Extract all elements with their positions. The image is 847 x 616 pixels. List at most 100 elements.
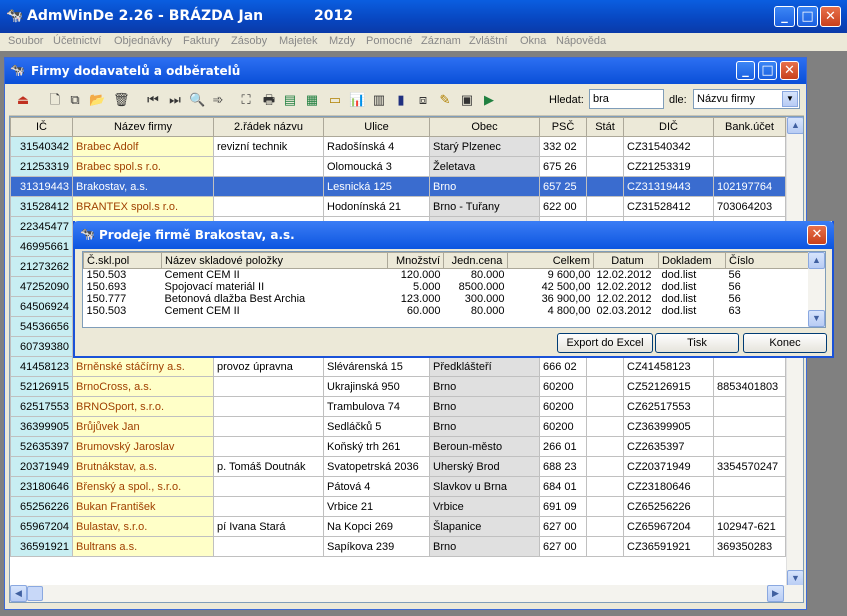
sales-cell[interactable]: 42 500,00 <box>508 281 594 293</box>
cell-obec[interactable]: Předklášteří <box>429 356 540 377</box>
book-icon[interactable]: ▮ <box>393 92 409 108</box>
col-bank-ucet[interactable]: Bank.účet <box>713 117 786 137</box>
cell-2-radek[interactable]: p. Tomáš Doutnák <box>213 456 324 477</box>
col-mnozstvi[interactable]: Množství <box>387 252 444 269</box>
cell-bank-ucet[interactable] <box>713 496 786 517</box>
minimize-button[interactable]: _ <box>774 6 795 27</box>
cell-nazev-firmy[interactable]: Brakostav, a.s. <box>72 176 214 197</box>
col-nazev-polozky[interactable]: Název skladové položky <box>161 252 388 269</box>
konec-button[interactable]: Konec <box>743 333 827 353</box>
cell-2-radek[interactable] <box>213 376 324 397</box>
cell-dic[interactable]: CZ65967204 <box>623 516 714 537</box>
cell-ic[interactable]: 21253319 <box>10 156 73 177</box>
sales-cell[interactable]: 4 800,00 <box>508 305 594 317</box>
cell-psc[interactable]: 627 00 <box>539 536 587 557</box>
cell-stat[interactable] <box>586 136 624 157</box>
cell-psc[interactable]: 60200 <box>539 416 587 437</box>
menu-zaznam[interactable]: Záznam <box>421 35 461 47</box>
menu-ucetnictvi[interactable]: Účetnictví <box>53 35 101 47</box>
open-icon[interactable]: 📂 <box>89 92 105 108</box>
cell-obec[interactable]: Šlapanice <box>429 516 540 537</box>
col-obec[interactable]: Obec <box>429 117 540 137</box>
sales-cell[interactable]: 56 <box>726 281 812 293</box>
cell-psc[interactable]: 627 00 <box>539 516 587 537</box>
card-icon[interactable]: ▭ <box>327 92 343 108</box>
cell-ic[interactable]: 65967204 <box>10 516 73 537</box>
cell-ulice[interactable]: Pátová 4 <box>323 476 430 497</box>
cell-2-radek[interactable] <box>213 436 324 457</box>
search-icon[interactable]: 🔍 <box>189 92 205 108</box>
sales-scroll-down-icon[interactable]: ▼ <box>808 310 825 327</box>
cell-bank-ucet[interactable] <box>713 356 786 377</box>
cell-ulice[interactable]: Radošínská 4 <box>323 136 430 157</box>
cell-psc[interactable]: 666 02 <box>539 356 587 377</box>
cell-obec[interactable]: Brno <box>429 376 540 397</box>
next-record-icon[interactable]: ⏭ <box>167 92 183 108</box>
col-ulice[interactable]: Ulice <box>323 117 430 137</box>
table-row[interactable]: 31528412 BRANTEX spol.s r.o. Hodonínská 21… <box>10 196 786 217</box>
cell-ic[interactable]: 31319443 <box>10 176 73 197</box>
col-cislo[interactable]: Číslo <box>725 252 812 269</box>
table-row[interactable]: 65256226 Bukan František Vrbice 21 Vrbice 69… <box>10 496 786 517</box>
sales-cell[interactable]: Cement CEM II <box>162 305 388 317</box>
cell-2-radek[interactable]: revizní technik <box>213 136 324 157</box>
maximize-button[interactable]: □ <box>797 6 818 27</box>
cell-2-radek[interactable]: pí Ivana Stará <box>213 516 324 537</box>
cell-obec[interactable]: Vrbice <box>429 496 540 517</box>
cell-nazev-firmy[interactable]: BRANTEX spol.s r.o. <box>72 196 214 217</box>
cell-dic[interactable]: CZ41458123 <box>623 356 714 377</box>
cell-psc[interactable]: 622 00 <box>539 196 587 217</box>
table-row[interactable]: 31319443 Brakostav, a.s. Lesnická 125 Brno 6… <box>10 176 786 197</box>
cell-psc[interactable]: 332 02 <box>539 136 587 157</box>
sales-cell[interactable]: Spojovací materiál II <box>162 281 388 293</box>
sales-cell[interactable]: 63 <box>726 305 812 317</box>
menu-zasoby[interactable]: Zásoby <box>231 35 267 47</box>
sales-cell[interactable]: 80.000 <box>444 305 508 317</box>
cell-psc[interactable]: 675 26 <box>539 156 587 177</box>
dialog-close-button[interactable]: ✕ <box>807 225 827 245</box>
col-nazev-firmy[interactable]: Název firmy <box>72 117 214 137</box>
menu-pomocne[interactable]: Pomocné <box>366 35 412 47</box>
tools-icon[interactable]: ✎ <box>437 92 453 108</box>
col-ic[interactable]: IČ <box>10 117 73 137</box>
cell-dic[interactable]: CZ36591921 <box>623 536 714 557</box>
cell-2-radek[interactable] <box>213 196 324 217</box>
menu-objednavky[interactable]: Objednávky <box>114 35 172 47</box>
cell-ic[interactable]: 36591921 <box>10 536 73 557</box>
cell-ulice[interactable]: Sapíkova 239 <box>323 536 430 557</box>
table-row[interactable]: 36399905 Brůjůvek Jan Sedláčků 5 Brno 60200 C… <box>10 416 786 437</box>
cell-ulice[interactable]: Slévárenská 15 <box>323 356 430 377</box>
cell-ulice[interactable]: Svatopetrská 2036 <box>323 456 430 477</box>
cell-nazev-firmy[interactable]: Brutnákstav, a.s. <box>72 456 214 477</box>
cell-stat[interactable] <box>586 436 624 457</box>
cell-obec[interactable]: Želetava <box>429 156 540 177</box>
sales-cell[interactable]: 150.777 <box>84 293 162 305</box>
col-stat[interactable]: Stát <box>586 117 624 137</box>
menu-faktury[interactable]: Faktury <box>183 35 220 47</box>
table-row[interactable]: 41458123 Brněnské stáčírny a.s. provoz úpr… <box>10 356 786 377</box>
table-icon[interactable]: ▥ <box>371 92 387 108</box>
document-icon[interactable]: ▣ <box>459 92 475 108</box>
cell-dic[interactable]: CZ62517553 <box>623 396 714 417</box>
cell-ic[interactable]: 62517553 <box>10 396 73 417</box>
table-row[interactable]: 52126915 BrnoCross, a.s. Ukrajinská 950 Brn… <box>10 376 786 397</box>
sales-cell[interactable]: 150.693 <box>84 281 162 293</box>
cell-psc[interactable]: 60200 <box>539 376 587 397</box>
cell-ic[interactable]: 52126915 <box>10 376 73 397</box>
cell-nazev-firmy[interactable]: Brněnské stáčírny a.s. <box>72 356 214 377</box>
cell-2-radek[interactable]: provoz úpravna <box>213 356 324 377</box>
cell-obec[interactable]: Brno <box>429 416 540 437</box>
cell-bank-ucet[interactable]: 8853401803 <box>713 376 786 397</box>
select-icon[interactable]: ⛶ <box>238 92 254 108</box>
print-button[interactable]: Tisk <box>655 333 739 353</box>
delete-icon[interactable]: 🗑 <box>113 92 130 108</box>
cell-obec[interactable]: Beroun-město <box>429 436 540 457</box>
cell-stat[interactable] <box>586 416 624 437</box>
cell-ic[interactable]: 36399905 <box>10 416 73 437</box>
menu-soubor[interactable]: Soubor <box>8 35 43 47</box>
print-icon[interactable]: 🖶 <box>261 92 277 108</box>
cell-dic[interactable]: CZ31319443 <box>623 176 714 197</box>
cell-obec[interactable]: Brno <box>429 176 540 197</box>
cell-nazev-firmy[interactable]: Brumovský Jaroslav <box>72 436 214 457</box>
cell-bank-ucet[interactable]: 3354570247 <box>713 456 786 477</box>
